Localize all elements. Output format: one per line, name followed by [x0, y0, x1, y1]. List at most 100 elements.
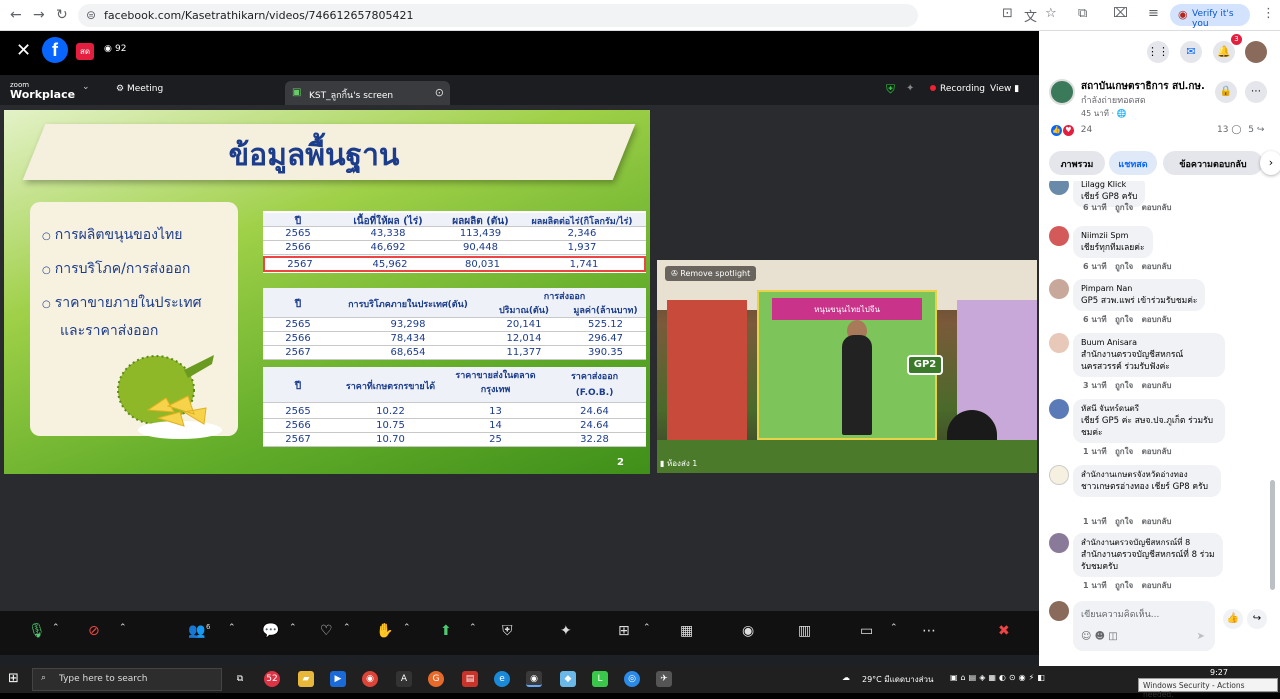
- chrome-active-icon[interactable]: ◉: [526, 671, 542, 687]
- chevron-up-icon[interactable]: ⌃: [228, 623, 236, 633]
- app-blue-icon[interactable]: ◆: [560, 671, 576, 687]
- ai-companion-icon[interactable]: ✦: [560, 623, 572, 639]
- app-misc-icon[interactable]: ✈: [656, 671, 672, 687]
- back-icon[interactable]: ←: [10, 7, 22, 23]
- participants-icon[interactable]: 👥: [188, 623, 205, 639]
- chevron-up-icon[interactable]: ⌃: [890, 623, 898, 633]
- avatar[interactable]: [1049, 399, 1069, 419]
- like-link[interactable]: ถูกใจ: [1115, 381, 1133, 390]
- more-options-icon[interactable]: ⋯: [922, 623, 936, 639]
- taskbar-search[interactable]: ⌕ Type here to search: [32, 668, 222, 691]
- site-info-icon[interactable]: ⊜: [86, 8, 96, 22]
- commenter-name[interactable]: สำนักงานเกษตรจังหวัดอ่างทอง: [1081, 469, 1213, 481]
- shield-icon[interactable]: ⛨: [886, 82, 895, 97]
- commenter-name[interactable]: Lilagg Klick: [1081, 181, 1137, 191]
- address-bar[interactable]: ⊜ facebook.com/Kasetrathikarn/videos/7466…: [78, 4, 918, 27]
- store-icon[interactable]: ▶: [330, 671, 346, 687]
- messenger-icon[interactable]: ✉: [1180, 41, 1202, 63]
- like-link[interactable]: ถูกใจ: [1115, 447, 1133, 456]
- record-icon[interactable]: ◉: [742, 623, 754, 639]
- avatar[interactable]: [1049, 226, 1069, 246]
- apps-icon[interactable]: ⊞: [618, 623, 630, 639]
- notifications-icon[interactable]: 🔔: [1213, 41, 1235, 63]
- reload-icon[interactable]: ↻: [56, 7, 68, 23]
- reply-link[interactable]: ตอบกลับ: [1142, 581, 1172, 590]
- remove-spotlight-button[interactable]: ✇ Remove spotlight: [665, 266, 757, 281]
- react-icon[interactable]: ♡: [320, 623, 333, 639]
- send-icon[interactable]: ➤: [1197, 631, 1205, 642]
- tab-overview[interactable]: ภาพรวม: [1049, 151, 1105, 175]
- reading-list-icon[interactable]: ≡: [1148, 6, 1159, 21]
- chevron-up-icon[interactable]: ⌃: [469, 623, 477, 633]
- app-circle-icon[interactable]: ◎: [624, 671, 640, 687]
- view-menu[interactable]: View ▮: [990, 84, 1019, 94]
- share-count[interactable]: 5: [1248, 125, 1254, 135]
- tab-live-chat[interactable]: แชทสด: [1109, 151, 1157, 175]
- chrome-icon[interactable]: ◉: [362, 671, 378, 687]
- comment-input[interactable]: เขียนความคิดเห็น... ☺ ☻ ◫ ➤: [1073, 601, 1215, 651]
- like-link[interactable]: ถูกใจ: [1115, 203, 1133, 212]
- reactions-summary[interactable]: 👍 ♥ 24: [1051, 125, 1092, 136]
- avatar[interactable]: [1049, 181, 1069, 195]
- chevron-up-icon[interactable]: ⌃: [643, 623, 651, 633]
- forward-icon[interactable]: →: [33, 7, 45, 23]
- scrollbar[interactable]: [1270, 480, 1275, 590]
- comment-count[interactable]: 13: [1217, 125, 1228, 135]
- reply-link[interactable]: ตอบกลับ: [1142, 447, 1172, 456]
- share-button-icon[interactable]: ↪: [1247, 609, 1267, 629]
- microphone-icon[interactable]: 🎙: [28, 623, 46, 639]
- chevron-up-icon[interactable]: ⌃: [52, 623, 60, 633]
- windows-start-icon[interactable]: ⊞: [8, 671, 19, 686]
- like-link[interactable]: ถูกใจ: [1115, 315, 1133, 324]
- reply-link[interactable]: ตอบกลับ: [1142, 381, 1172, 390]
- avatar-sticker-icon[interactable]: ☺: [1081, 631, 1091, 642]
- tray-icons[interactable]: ▣⌂▤◈▦◐⊙◉⚡◧: [950, 673, 1048, 682]
- commenter-name[interactable]: สำนักงานตรวจบัญชีสหกรณ์ที่ 8: [1081, 537, 1215, 549]
- video-off-icon[interactable]: ⊘: [88, 623, 100, 639]
- screen-share-tab[interactable]: ▣ KST_ลูกกิ้น's screen ⊙: [285, 81, 450, 107]
- more-icon[interactable]: ⊙: [435, 86, 444, 99]
- sticker-icon[interactable]: ◫: [1108, 631, 1117, 642]
- app-a-icon[interactable]: A: [396, 671, 412, 687]
- reply-link[interactable]: ตอบกลับ: [1142, 262, 1172, 271]
- avatar[interactable]: [1049, 333, 1069, 353]
- file-explorer-icon[interactable]: ▰: [298, 671, 314, 687]
- like-button-icon[interactable]: 👍: [1223, 609, 1243, 629]
- sparkle-icon[interactable]: ✦: [906, 83, 914, 94]
- avatar[interactable]: [1049, 279, 1069, 299]
- grid-view-icon[interactable]: ▦: [680, 623, 693, 639]
- facebook-logo-icon[interactable]: f: [42, 37, 68, 63]
- reply-link[interactable]: ตอบกลับ: [1142, 203, 1172, 212]
- media-icon[interactable]: ⌧: [1113, 6, 1128, 21]
- reply-link[interactable]: ตอบกลับ: [1142, 517, 1172, 526]
- chat-icon[interactable]: 💬: [262, 623, 279, 639]
- clock[interactable]: 9:27: [1210, 668, 1228, 677]
- chevron-up-icon[interactable]: ⌃: [289, 623, 297, 633]
- install-icon[interactable]: ⊡: [1002, 6, 1013, 21]
- weather-text[interactable]: 29°C มีแดดบางส่วน: [862, 673, 933, 686]
- meeting-menu[interactable]: ⚙ Meeting: [116, 84, 163, 94]
- save-icon[interactable]: 🔒: [1215, 81, 1237, 103]
- leave-icon[interactable]: ✖: [998, 623, 1010, 639]
- raise-hand-icon[interactable]: ✋: [376, 623, 393, 639]
- edge-icon[interactable]: e: [494, 671, 510, 687]
- verify-button[interactable]: ◉ Verify it's you: [1170, 4, 1250, 29]
- like-link[interactable]: ถูกใจ: [1115, 581, 1133, 590]
- security-icon[interactable]: ⛨: [502, 623, 513, 639]
- reply-link[interactable]: ตอบกลับ: [1142, 315, 1172, 324]
- more-icon[interactable]: ⋯: [1245, 81, 1267, 103]
- like-link[interactable]: ถูกใจ: [1115, 517, 1133, 526]
- chevron-up-icon[interactable]: ⌃: [403, 623, 411, 633]
- chevron-up-icon[interactable]: ⌃: [119, 623, 127, 633]
- close-icon[interactable]: ✕: [16, 40, 31, 61]
- app-g-icon[interactable]: G: [428, 671, 444, 687]
- commenter-name[interactable]: หัสนี จันทร์ดนตรี: [1081, 403, 1217, 415]
- app-icon[interactable]: 52: [264, 671, 280, 687]
- line-icon[interactable]: L: [592, 671, 608, 687]
- like-link[interactable]: ถูกใจ: [1115, 262, 1133, 271]
- windows-security-notification[interactable]: Windows Security - Actions needed.: [1138, 678, 1278, 699]
- avatar[interactable]: [1245, 41, 1267, 63]
- chevron-down-icon[interactable]: ⌄: [82, 82, 90, 92]
- chevron-up-icon[interactable]: ⌃: [343, 623, 351, 633]
- page-name[interactable]: สถาบันเกษตราธิการ สป.กษ.: [1081, 79, 1231, 94]
